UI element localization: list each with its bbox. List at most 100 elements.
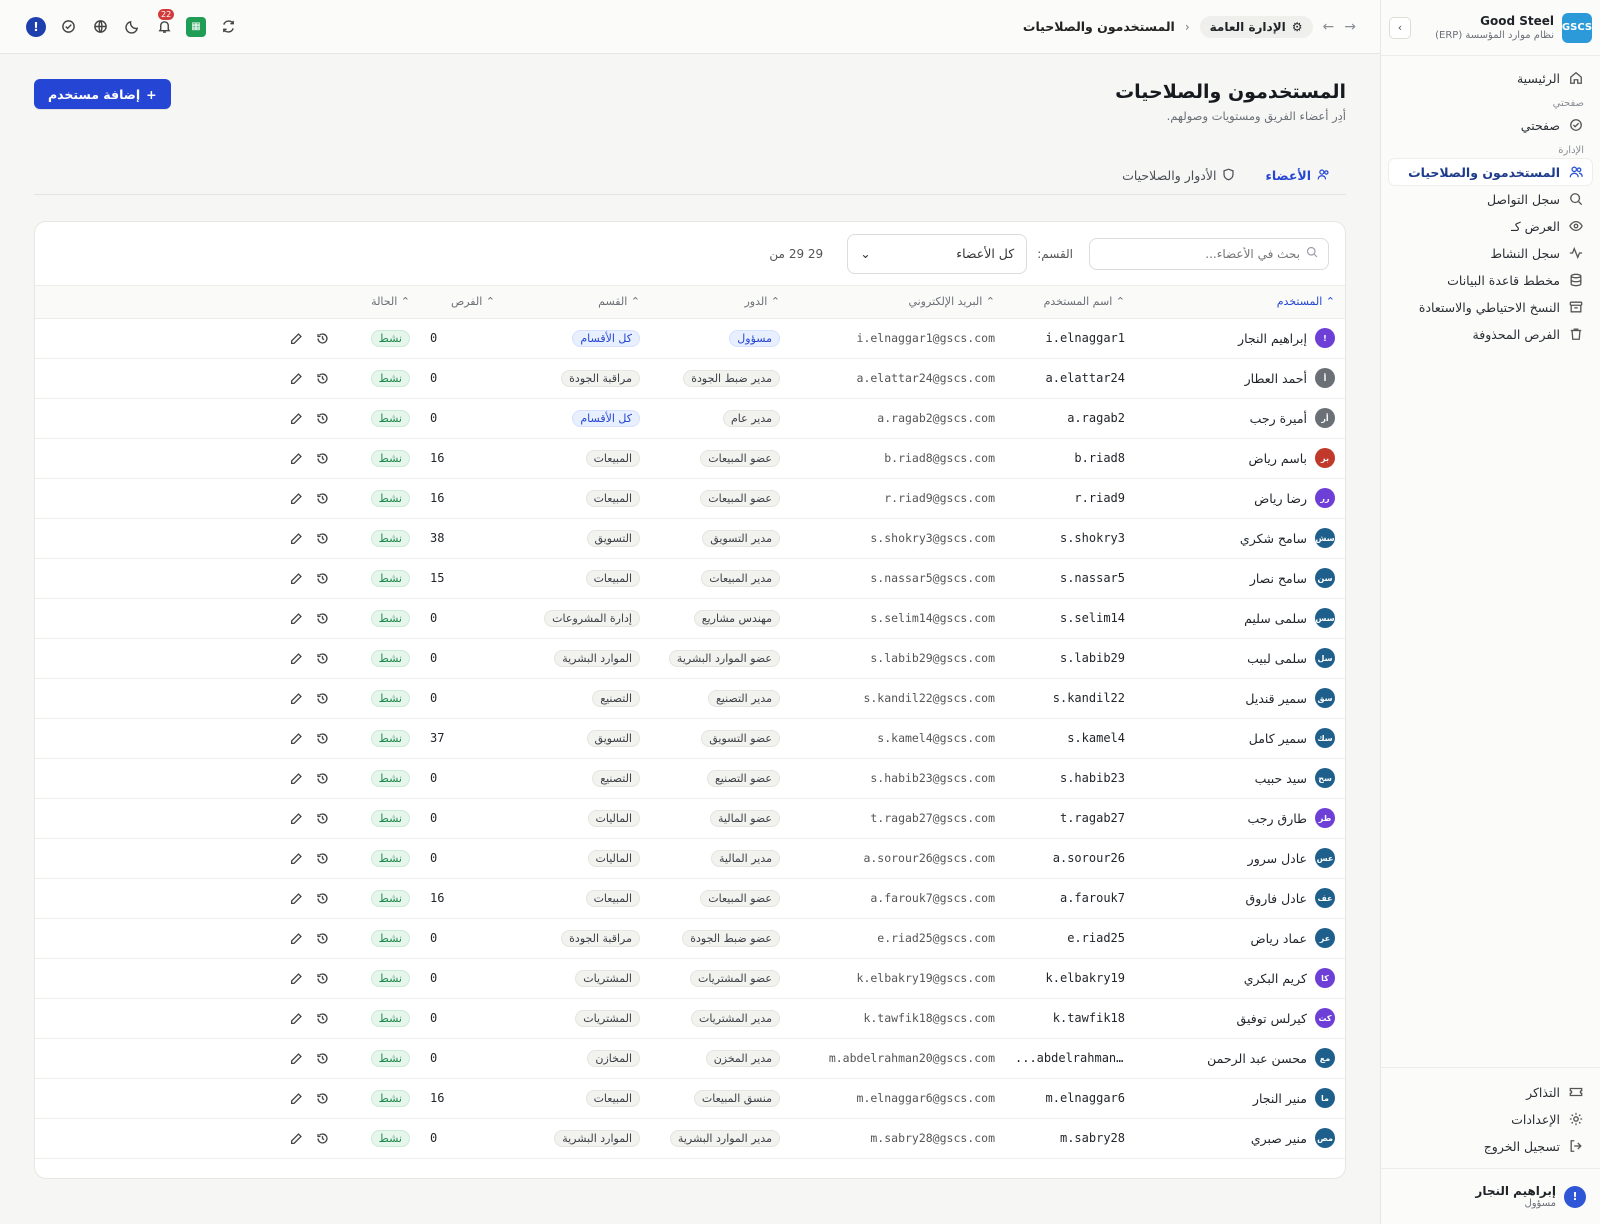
sidebar-item-checker[interactable]: صفحتي <box>1389 112 1592 138</box>
column-header-user[interactable]: ⌃ المستخدم <box>1135 286 1345 319</box>
history-icon[interactable] <box>314 810 330 826</box>
spreadsheet-icon[interactable]: ▦ <box>186 16 206 37</box>
edit-icon[interactable] <box>288 330 304 346</box>
edit-icon[interactable] <box>288 930 304 946</box>
history-icon[interactable] <box>314 530 330 546</box>
column-header-opportunities[interactable]: ⌃ الفرص <box>420 286 505 319</box>
table-row[interactable]: سك سمير كامل s.kamel4 s.kamel4@gscs.com … <box>35 718 1345 759</box>
globe-icon[interactable] <box>90 17 110 37</box>
table-row[interactable]: رر رضا رياض r.riad9 r.riad9@gscs.com عضو… <box>35 478 1345 519</box>
tab-members[interactable]: الأعضاء <box>1265 157 1330 195</box>
sidebar-item-contacts-log[interactable]: سجل التواصل <box>1389 186 1592 212</box>
history-icon[interactable] <box>314 330 330 346</box>
sidebar-item-view-as[interactable]: العرض كـ <box>1389 213 1592 239</box>
history-icon[interactable] <box>314 690 330 706</box>
sidebar-item-tickets[interactable]: التذاكر <box>1389 1079 1592 1105</box>
refresh-icon[interactable] <box>218 17 238 37</box>
edit-icon[interactable] <box>288 810 304 826</box>
history-icon[interactable] <box>314 610 330 626</box>
bell-icon[interactable]: 22 <box>154 8 175 37</box>
table-row[interactable]: سح سيد حبيب s.habib23 s.habib23@gscs.com… <box>35 758 1345 799</box>
edit-icon[interactable] <box>288 490 304 506</box>
history-icon[interactable] <box>314 930 330 946</box>
history-icon[interactable] <box>314 650 330 666</box>
history-icon[interactable] <box>314 1130 330 1146</box>
table-row[interactable]: مص منير صبري m.sabry28 m.sabry28@gscs.co… <box>35 1118 1345 1159</box>
sidebar-item-activity-log[interactable]: سجل النشاط <box>1389 240 1592 266</box>
table-row[interactable]: ما منير النجار m.elnaggar6 m.elnaggar6@g… <box>35 1078 1345 1119</box>
add-user-button[interactable]: + إضافة مستخدم <box>34 79 171 109</box>
back-arrow-icon[interactable]: ← <box>1323 19 1335 35</box>
history-icon[interactable] <box>314 970 330 986</box>
edit-icon[interactable] <box>288 1130 304 1146</box>
table-row[interactable]: سن سامح نصار s.nassar5 s.nassar5@gscs.co… <box>35 558 1345 599</box>
edit-icon[interactable] <box>288 410 304 426</box>
table-row[interactable]: مع محسن عبد الرحمن ...abdelrahman20 m.ab… <box>35 1038 1345 1079</box>
department-select[interactable]: كل الأعضاء ⌄ <box>847 233 1028 274</box>
history-icon[interactable] <box>314 890 330 906</box>
history-icon[interactable] <box>314 1050 330 1066</box>
collapse-sidebar-button[interactable]: › <box>1389 16 1411 39</box>
edit-icon[interactable] <box>288 610 304 626</box>
history-icon[interactable] <box>314 730 330 746</box>
history-icon[interactable] <box>314 370 330 386</box>
moon-icon[interactable] <box>122 17 142 37</box>
edit-icon[interactable] <box>288 1050 304 1066</box>
sidebar-item-home[interactable]: الرئيسية <box>1389 65 1592 91</box>
history-icon[interactable] <box>314 850 330 866</box>
history-icon[interactable] <box>314 570 330 586</box>
user-menu-button[interactable]: ! <box>26 16 46 37</box>
column-header-login[interactable]: ⌃ اسم المستخدم <box>1005 286 1135 319</box>
edit-icon[interactable] <box>288 690 304 706</box>
edit-icon[interactable] <box>288 650 304 666</box>
edit-icon[interactable] <box>288 450 304 466</box>
history-icon[interactable] <box>314 410 330 426</box>
table-row[interactable]: سس سلمى سليم s.selim14 s.selim14@gscs.co… <box>35 598 1345 639</box>
table-row[interactable]: سش سامح شكري s.shokry3 s.shokry3@gscs.co… <box>35 518 1345 559</box>
tasks-icon[interactable] <box>58 17 78 37</box>
sidebar-item-deleted[interactable]: الفرص المحذوفة <box>1389 321 1592 347</box>
column-header-department[interactable]: ⌃ القسم <box>505 286 650 319</box>
sidebar-item-users[interactable]: المستخدمون والصلاحيات <box>1389 159 1592 185</box>
table-row[interactable]: كا كريم البكري k.elbakry19 k.elbakry19@g… <box>35 958 1345 999</box>
edit-icon[interactable] <box>288 370 304 386</box>
table-row[interactable]: بر باسم رياض b.riad8 b.riad8@gscs.com عض… <box>35 438 1345 479</box>
table-row[interactable]: عف عادل فاروق a.farouk7 a.farouk7@gscs.c… <box>35 878 1345 919</box>
current-user[interactable]: ! إبراهيم النجار مسؤول <box>1381 1168 1600 1224</box>
edit-icon[interactable] <box>288 770 304 786</box>
search-input[interactable] <box>1100 246 1300 261</box>
column-header-email[interactable]: ⌃ البريد الإلكتروني <box>790 286 1005 319</box>
sidebar-item-logout[interactable]: تسجيل الخروج <box>1389 1133 1592 1159</box>
edit-icon[interactable] <box>288 530 304 546</box>
edit-icon[interactable] <box>288 730 304 746</box>
column-header-role[interactable]: ⌃ الدور <box>650 286 790 319</box>
table-row[interactable]: ! إبراهيم النجار i.elnaggar1 i.elnaggar1… <box>35 318 1345 359</box>
edit-icon[interactable] <box>288 850 304 866</box>
table-row[interactable]: طر طارق رجب t.ragab27 t.ragab27@gscs.com… <box>35 798 1345 839</box>
forward-arrow-icon[interactable]: → <box>1344 19 1356 35</box>
table-row[interactable]: سق سمير قنديل s.kandil22 s.kandil22@gscs… <box>35 678 1345 719</box>
table-row[interactable]: عر عماد رياض e.riad25 e.riad25@gscs.com … <box>35 918 1345 959</box>
edit-icon[interactable] <box>288 970 304 986</box>
table-row[interactable]: سل سلمى لبيب s.labib29 s.labib29@gscs.co… <box>35 638 1345 679</box>
breadcrumb-section[interactable]: ⚙ الإدارة العامة <box>1199 15 1313 38</box>
sidebar-item-backup[interactable]: النسخ الاحتياطي والاستعادة <box>1389 294 1592 320</box>
history-icon[interactable] <box>314 770 330 786</box>
table-row[interactable]: كت كيرلس توفيق k.tawfik18 k.tawfik18@gsc… <box>35 998 1345 1039</box>
edit-icon[interactable] <box>288 1010 304 1026</box>
table-row[interactable]: أ أحمد العطار a.elattar24 a.elattar24@gs… <box>35 358 1345 399</box>
history-icon[interactable] <box>314 490 330 506</box>
tab-roles[interactable]: الأدوار والصلاحيات <box>1122 157 1235 195</box>
search-box[interactable] <box>1089 237 1329 270</box>
edit-icon[interactable] <box>288 890 304 906</box>
history-icon[interactable] <box>314 450 330 466</box>
table-row[interactable]: عس عادل سرور a.sorour26 a.sorour26@gscs.… <box>35 838 1345 879</box>
edit-icon[interactable] <box>288 570 304 586</box>
sidebar-item-settings[interactable]: الإعدادات <box>1389 1106 1592 1132</box>
table-row[interactable]: أر أميرة رجب a.ragab2 a.ragab2@gscs.com … <box>35 398 1345 439</box>
column-header-status[interactable]: ⌃ الحالة <box>340 286 420 319</box>
edit-icon[interactable] <box>288 1090 304 1106</box>
history-icon[interactable] <box>314 1090 330 1106</box>
history-icon[interactable] <box>314 1010 330 1026</box>
sidebar-item-db-schema[interactable]: مخطط قاعدة البيانات <box>1389 267 1592 293</box>
